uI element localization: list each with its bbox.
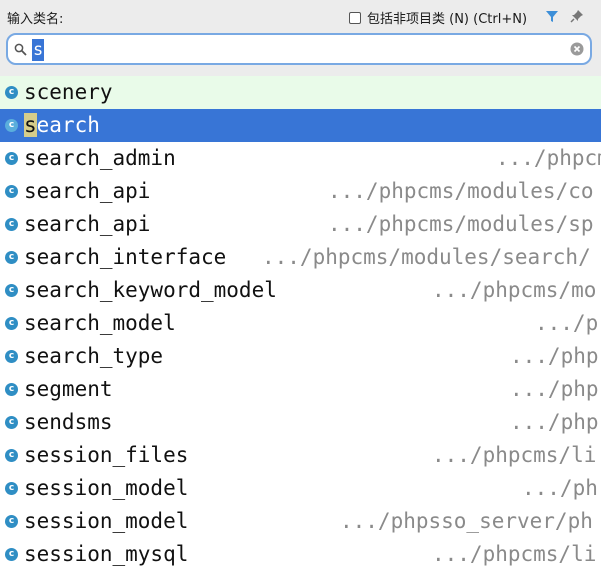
class-icon: c xyxy=(5,548,18,561)
file-path: .../php xyxy=(510,410,599,434)
file-path: .../phpcms/modules/sp xyxy=(328,212,594,236)
class-icon: c xyxy=(5,416,18,429)
clear-icon[interactable] xyxy=(570,42,584,56)
file-path: .../phpcms/modules/co xyxy=(328,179,594,203)
list-item[interactable]: c search_api .../phpcms/modules/co xyxy=(0,175,601,208)
search-input-value[interactable]: s xyxy=(32,39,45,61)
class-icon: c xyxy=(5,251,18,264)
file-path: .../php xyxy=(510,344,599,368)
list-item[interactable]: c sendsms .../php xyxy=(0,406,601,439)
pin-icon[interactable] xyxy=(570,9,584,23)
list-item-selected[interactable]: c search xyxy=(0,109,601,142)
class-icon: c xyxy=(5,119,18,132)
list-item[interactable]: c search_keyword_model .../phpcms/mo xyxy=(0,274,601,307)
class-icon: c xyxy=(5,218,18,231)
dialog-title: 输入类名: xyxy=(7,12,64,27)
file-path: .../php xyxy=(510,377,599,401)
list-item[interactable]: c search_type .../php xyxy=(0,340,601,373)
file-path: .../phpcms/li xyxy=(432,542,597,566)
list-item[interactable]: c search_api .../phpcms/modules/sp xyxy=(0,208,601,241)
filter-icon[interactable] xyxy=(545,9,559,23)
file-path: .../phpcm xyxy=(496,146,601,170)
class-icon: c xyxy=(5,185,18,198)
list-item[interactable]: c search_admin .../phpcm xyxy=(0,142,601,175)
class-icon: c xyxy=(5,86,18,99)
file-path: .../phpcms/li xyxy=(432,443,597,467)
dialog-header: 输入类名: 包括非项目类 (N) (Ctrl+N) xyxy=(0,0,601,32)
file-path: .../p xyxy=(535,311,599,335)
list-item[interactable]: c segment .../php xyxy=(0,373,601,406)
list-item[interactable]: c search_interface .../phpcms/modules/se… xyxy=(0,241,601,274)
results-list[interactable]: c scenery c search c search_admin .../ph… xyxy=(0,76,601,568)
class-icon: c xyxy=(5,383,18,396)
list-item[interactable]: c search_model .../p xyxy=(0,307,601,340)
list-item[interactable]: c session_model .../phpsso_server/ph xyxy=(0,505,601,538)
class-icon: c xyxy=(5,152,18,165)
include-non-project-checkbox[interactable] xyxy=(349,11,361,24)
list-item[interactable]: c session_files .../phpcms/li xyxy=(0,439,601,472)
file-path: .../phpcms/modules/search/ xyxy=(262,245,591,269)
class-icon: c xyxy=(5,350,18,363)
class-icon: c xyxy=(5,515,18,528)
class-icon: c xyxy=(5,482,18,495)
class-icon: c xyxy=(5,317,18,330)
class-icon: c xyxy=(5,284,18,297)
file-path: .../phpsso_server/ph xyxy=(340,509,593,533)
match-highlight: s xyxy=(24,113,37,137)
list-item[interactable]: c session_model .../ph xyxy=(0,472,601,505)
list-item[interactable]: c scenery xyxy=(0,76,601,109)
list-item[interactable]: c session_mysql .../phpcms/li xyxy=(0,538,601,568)
class-icon: c xyxy=(5,449,18,462)
search-input[interactable]: s xyxy=(6,33,592,65)
file-path: .../ph xyxy=(522,476,598,500)
include-non-project-option[interactable]: 包括非项目类 (N) (Ctrl+N) xyxy=(349,8,527,27)
search-icon xyxy=(14,43,27,56)
file-path: .../phpcms/mo xyxy=(432,278,597,302)
include-non-project-label[interactable]: 包括非项目类 (N) (Ctrl+N) xyxy=(367,8,527,27)
